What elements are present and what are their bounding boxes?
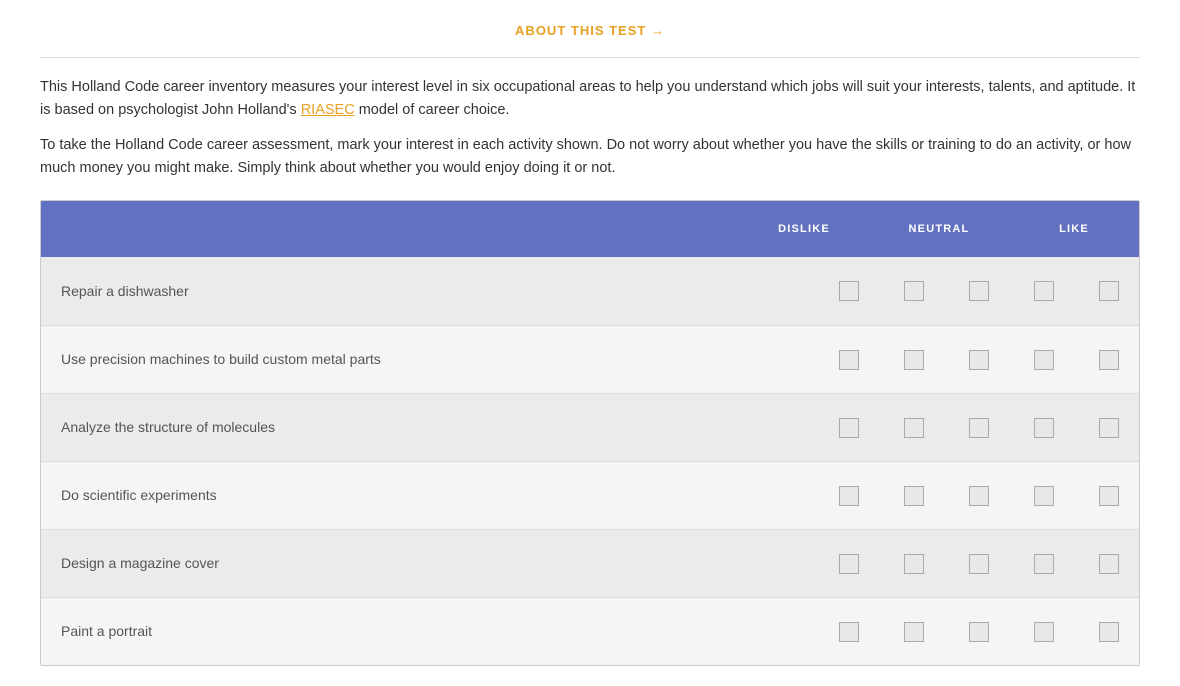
table-body: Repair a dishwasher Use precision machine… [41,257,1139,665]
rating-checkbox-4[interactable] [1099,281,1119,301]
rating-checkbox-2[interactable] [969,486,989,506]
th-rating-area: DISLIKE NEUTRAL LIKE [759,221,1119,238]
rating-checkbox-2[interactable] [969,622,989,642]
rating-checkbox-0[interactable] [839,554,859,574]
rating-checkboxes [759,418,1119,438]
rating-checkboxes [759,350,1119,370]
rating-checkbox-3[interactable] [1034,486,1054,506]
activity-label: Repair a dishwasher [61,281,759,302]
table-row: Design a magazine cover [41,529,1139,597]
rating-checkbox-1[interactable] [904,350,924,370]
rating-checkbox-3[interactable] [1034,281,1054,301]
rating-checkboxes [759,554,1119,574]
about-header: ABOUT THIS TEST [40,10,1140,57]
rating-checkbox-4[interactable] [1099,486,1119,506]
divider [40,57,1140,58]
rating-checkbox-4[interactable] [1099,554,1119,574]
rating-checkbox-1[interactable] [904,418,924,438]
table-row: Paint a portrait [41,597,1139,665]
rating-checkbox-4[interactable] [1099,350,1119,370]
th-like-label: LIKE [1029,221,1119,238]
rating-checkbox-4[interactable] [1099,622,1119,642]
intro-paragraph-2: To take the Holland Code career assessme… [40,134,1140,180]
activity-label: Use precision machines to build custom m… [61,349,759,370]
table-row: Analyze the structure of molecules [41,393,1139,461]
rating-checkboxes [759,486,1119,506]
rating-checkbox-3[interactable] [1034,350,1054,370]
about-link[interactable]: ABOUT THIS TEST [515,23,665,38]
table-row: Repair a dishwasher [41,257,1139,325]
th-dislike-label: DISLIKE [759,221,849,238]
rating-checkbox-1[interactable] [904,622,924,642]
rating-checkbox-2[interactable] [969,554,989,574]
rating-checkbox-4[interactable] [1099,418,1119,438]
th-neutral-label: NEUTRAL [849,221,1029,238]
rating-checkbox-3[interactable] [1034,418,1054,438]
th-labels-row: DISLIKE NEUTRAL LIKE [759,221,1119,238]
rating-checkbox-0[interactable] [839,350,859,370]
rating-checkbox-2[interactable] [969,350,989,370]
rating-checkbox-1[interactable] [904,554,924,574]
rating-checkboxes [759,281,1119,301]
riasec-link[interactable]: RIASEC [301,102,355,118]
rating-checkbox-0[interactable] [839,418,859,438]
rating-checkbox-3[interactable] [1034,554,1054,574]
rating-checkbox-2[interactable] [969,281,989,301]
table-row: Use precision machines to build custom m… [41,325,1139,393]
rating-checkbox-0[interactable] [839,281,859,301]
rating-checkbox-1[interactable] [904,281,924,301]
rating-checkbox-2[interactable] [969,418,989,438]
table-row: Do scientific experiments [41,461,1139,529]
intro-paragraph-1: This Holland Code career inventory measu… [40,76,1140,122]
table-header: DISLIKE NEUTRAL LIKE [41,201,1139,257]
activity-label: Analyze the structure of molecules [61,417,759,438]
activity-label: Paint a portrait [61,621,759,642]
assessment-table: DISLIKE NEUTRAL LIKE Repair a dishwasher… [40,200,1140,666]
activity-label: Design a magazine cover [61,553,759,574]
rating-checkboxes [759,622,1119,642]
rating-checkbox-0[interactable] [839,622,859,642]
rating-checkbox-3[interactable] [1034,622,1054,642]
activity-label: Do scientific experiments [61,485,759,506]
rating-checkbox-0[interactable] [839,486,859,506]
rating-checkbox-1[interactable] [904,486,924,506]
